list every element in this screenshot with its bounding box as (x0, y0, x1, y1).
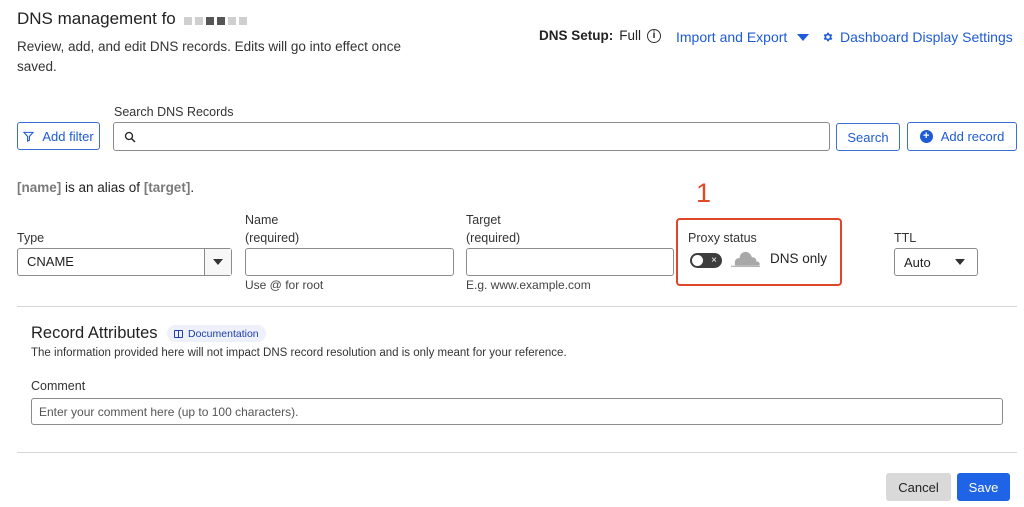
filter-icon (23, 131, 35, 142)
alias-name-token: [name] (17, 180, 62, 195)
plus-circle-icon: + (919, 130, 933, 143)
chevron-down-icon (955, 259, 965, 265)
import-export-menu[interactable]: Import and Export (676, 29, 810, 45)
documentation-label: Documentation (188, 327, 259, 340)
book-icon (174, 329, 183, 338)
record-attributes-title: Record Attributes (31, 324, 158, 342)
toggle-off-icon: × (711, 255, 717, 266)
target-label: Target (required) (466, 211, 520, 247)
cloud-icon (731, 251, 760, 267)
proxy-status-label: Proxy status (688, 231, 757, 245)
import-export-label: Import and Export (676, 29, 788, 45)
comment-input[interactable] (39, 404, 1002, 419)
dns-setup-value: Full (619, 28, 642, 43)
dns-setup-label: DNS Setup: (539, 28, 614, 43)
type-label: Type (17, 231, 45, 245)
dns-setup-status: DNS Setup: Full i (539, 28, 662, 43)
ttl-label: TTL (894, 231, 917, 245)
search-field[interactable] (113, 122, 830, 151)
name-hint: Use @ for root (245, 278, 324, 292)
alias-target-token: [target] (143, 180, 191, 195)
target-label-required: (required) (466, 231, 521, 245)
footer-divider (17, 452, 1017, 453)
add-record-label: Add record (940, 129, 1005, 144)
annotation-number: 1 (696, 178, 712, 208)
add-filter-label: Add filter (42, 128, 94, 144)
cancel-button[interactable]: Cancel (886, 473, 951, 501)
target-hint: E.g. www.example.com (466, 278, 591, 292)
type-select-toggle[interactable] (204, 249, 231, 275)
page-title: DNS management fo (17, 9, 250, 30)
name-label-title: Name (245, 213, 279, 227)
name-label-required: (required) (245, 231, 300, 245)
page-subtitle: Review, add, and edit DNS records. Edits… (17, 39, 401, 74)
dashboard-settings-label: Dashboard Display Settings (840, 29, 1013, 45)
target-label-title: Target (466, 213, 501, 227)
search-icon (124, 131, 136, 142)
ttl-select-value: Auto (904, 254, 931, 270)
toggle-knob (692, 255, 703, 266)
type-select-value: CNAME (27, 254, 74, 269)
comment-field[interactable] (31, 398, 1003, 425)
documentation-link[interactable]: Documentation (167, 325, 266, 342)
info-icon[interactable]: i (647, 28, 662, 43)
proxy-status-value: DNS only (770, 251, 828, 266)
comment-label: Comment (31, 379, 86, 393)
alias-note: [name] is an alias of [target]. (17, 180, 194, 195)
dashboard-display-settings-link[interactable]: Dashboard Display Settings (822, 29, 1013, 45)
caret-down-icon (797, 33, 810, 41)
redacted-domain (184, 10, 250, 30)
target-field[interactable] (466, 248, 674, 276)
search-label: Search DNS Records (114, 105, 234, 119)
add-record-button[interactable]: + Add record (907, 122, 1017, 151)
proxy-status-toggle[interactable]: × (690, 253, 722, 268)
record-attributes-description: The information provided here will not i… (31, 347, 567, 359)
search-button[interactable]: Search (836, 123, 900, 151)
type-select[interactable]: CNAME (17, 248, 232, 276)
ttl-select[interactable]: Auto (894, 248, 978, 276)
search-button-label: Search (847, 129, 889, 145)
chevron-down-icon (213, 259, 223, 265)
alias-middle-text: is an alias of (61, 180, 144, 195)
save-button[interactable]: Save (957, 473, 1010, 501)
section-divider (17, 306, 1017, 307)
name-field[interactable] (245, 248, 454, 276)
add-filter-button[interactable]: Add filter (17, 122, 100, 150)
alias-end-text: . (190, 180, 195, 195)
page-title-text: DNS management fo (17, 9, 176, 28)
gear-icon (823, 32, 833, 42)
search-input[interactable] (142, 124, 829, 149)
name-label: Name (required) (245, 211, 299, 247)
